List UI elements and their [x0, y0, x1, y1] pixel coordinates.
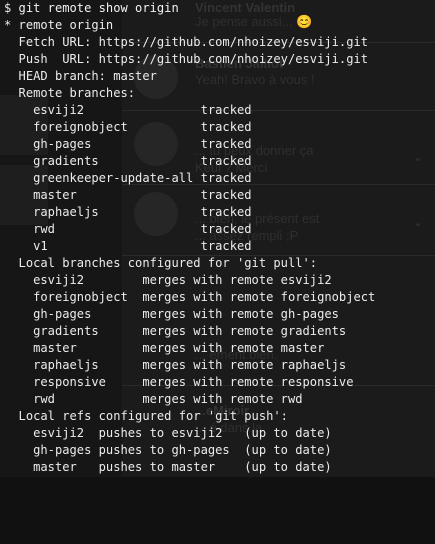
head-branch-label: HEAD branch: [18, 69, 106, 83]
local-branch-name: esviji2 [33, 273, 85, 287]
local-ref-name: gh-pages [33, 443, 92, 457]
prompt-symbol: $ [4, 1, 12, 15]
local-ref-status: (up to date) [244, 426, 332, 440]
local-push-header: Local refs configured for 'git push': [4, 408, 435, 425]
remote-branch-row: foreignobject tracked [4, 119, 435, 136]
remote-branches-header: Remote branches: [4, 85, 435, 102]
remote-branch-status: tracked [200, 239, 252, 253]
remote-branch-row: master tracked [4, 187, 435, 204]
terminal-window[interactable]: $ git remote show origin * remote origin… [0, 0, 435, 477]
local-push-row: gh-pages pushes to gh-pages (up to date) [4, 442, 435, 459]
local-pull-row: foreignobject merges with remote foreign… [4, 289, 435, 306]
push-url-label: Push URL: [18, 52, 92, 66]
remote-branch-name: gradients [33, 154, 99, 168]
fetch-url-label: Fetch URL: [18, 35, 92, 49]
command-text: git remote show origin [18, 1, 179, 15]
local-pull-header-text: Local branches configured for 'git pull'… [18, 256, 318, 270]
head-branch-line: HEAD branch: master [4, 68, 435, 85]
local-branch-merge: merges with remote gh-pages [142, 307, 339, 321]
local-branch-merge: merges with remote responsive [142, 375, 354, 389]
remote-branch-row: gradients tracked [4, 153, 435, 170]
local-branch-name: responsive [33, 375, 106, 389]
local-pull-header: Local branches configured for 'git pull'… [4, 255, 435, 272]
remote-branch-name: v1 [33, 239, 48, 253]
remote-branch-name: gh-pages [33, 137, 92, 151]
local-branch-merge: merges with remote foreignobject [142, 290, 376, 304]
remote-branch-name: greenkeeper-update-all [33, 171, 194, 185]
remote-branch-status: tracked [200, 103, 252, 117]
remote-branch-row: greenkeeper-update-all tracked [4, 170, 435, 187]
remote-branch-status: tracked [200, 154, 252, 168]
remote-branch-name: foreignobject [33, 120, 128, 134]
local-push-row: master pushes to master (up to date) [4, 459, 435, 476]
local-branch-merge: merges with remote master [142, 341, 325, 355]
local-ref-status: (up to date) [244, 443, 332, 457]
local-branch-name: gradients [33, 324, 99, 338]
local-pull-row: esviji2 merges with remote esviji2 [4, 272, 435, 289]
remote-branch-row: rwd tracked [4, 221, 435, 238]
fetch-url-line: Fetch URL: https://github.com/nhoizey/es… [4, 34, 435, 51]
local-ref-status: (up to date) [244, 460, 332, 474]
remote-branch-name: esviji2 [33, 103, 85, 117]
local-push-header-text: Local refs configured for 'git push': [18, 409, 288, 423]
local-ref-name: esviji2 [33, 426, 85, 440]
local-branch-name: rwd [33, 392, 55, 406]
head-branch-value: master [113, 69, 157, 83]
remote-branch-status: tracked [200, 222, 252, 236]
local-push-row: esviji2 pushes to esviji2 (up to date) [4, 425, 435, 442]
local-ref-push: pushes to gh-pages [98, 443, 230, 457]
remote-branches-header-text: Remote branches: [18, 86, 136, 100]
local-branch-name: master [33, 341, 77, 355]
local-branch-merge: merges with remote raphaeljs [142, 358, 347, 372]
remote-branch-name: raphaeljs [33, 205, 99, 219]
remote-branch-row: esviji2 tracked [4, 102, 435, 119]
remote-branch-row: gh-pages tracked [4, 136, 435, 153]
fetch-url-value: https://github.com/nhoizey/esviji.git [98, 35, 369, 49]
local-pull-row: raphaeljs merges with remote raphaeljs [4, 357, 435, 374]
remote-branch-row: v1 tracked [4, 238, 435, 255]
local-ref-push: pushes to master [98, 460, 216, 474]
remote-branch-status: tracked [200, 120, 252, 134]
local-pull-row: master merges with remote master [4, 340, 435, 357]
local-pull-row: gh-pages merges with remote gh-pages [4, 306, 435, 323]
remote-header: * remote origin [4, 18, 114, 32]
local-branch-name: raphaeljs [33, 358, 99, 372]
remote-branch-name: master [33, 188, 77, 202]
local-pull-row: responsive merges with remote responsive [4, 374, 435, 391]
remote-branch-status: tracked [200, 171, 252, 185]
local-branch-merge: merges with remote rwd [142, 392, 303, 406]
remote-branch-status: tracked [200, 205, 252, 219]
remote-branch-status: tracked [200, 188, 252, 202]
remote-branch-status: tracked [200, 137, 252, 151]
local-pull-row: gradients merges with remote gradients [4, 323, 435, 340]
local-ref-push: pushes to esviji2 [98, 426, 223, 440]
local-branch-merge: merges with remote esviji2 [142, 273, 332, 287]
local-pull-row: rwd merges with remote rwd [4, 391, 435, 408]
local-ref-name: master [33, 460, 77, 474]
local-branch-name: foreignobject [33, 290, 128, 304]
remote-branch-row: raphaeljs tracked [4, 204, 435, 221]
push-url-value: https://github.com/nhoizey/esviji.git [98, 52, 369, 66]
local-branch-merge: merges with remote gradients [142, 324, 347, 338]
remote-branch-name: rwd [33, 222, 55, 236]
terminal-command-line: $ git remote show origin [4, 0, 435, 17]
push-url-line: Push URL: https://github.com/nhoizey/esv… [4, 51, 435, 68]
local-branch-name: gh-pages [33, 307, 92, 321]
